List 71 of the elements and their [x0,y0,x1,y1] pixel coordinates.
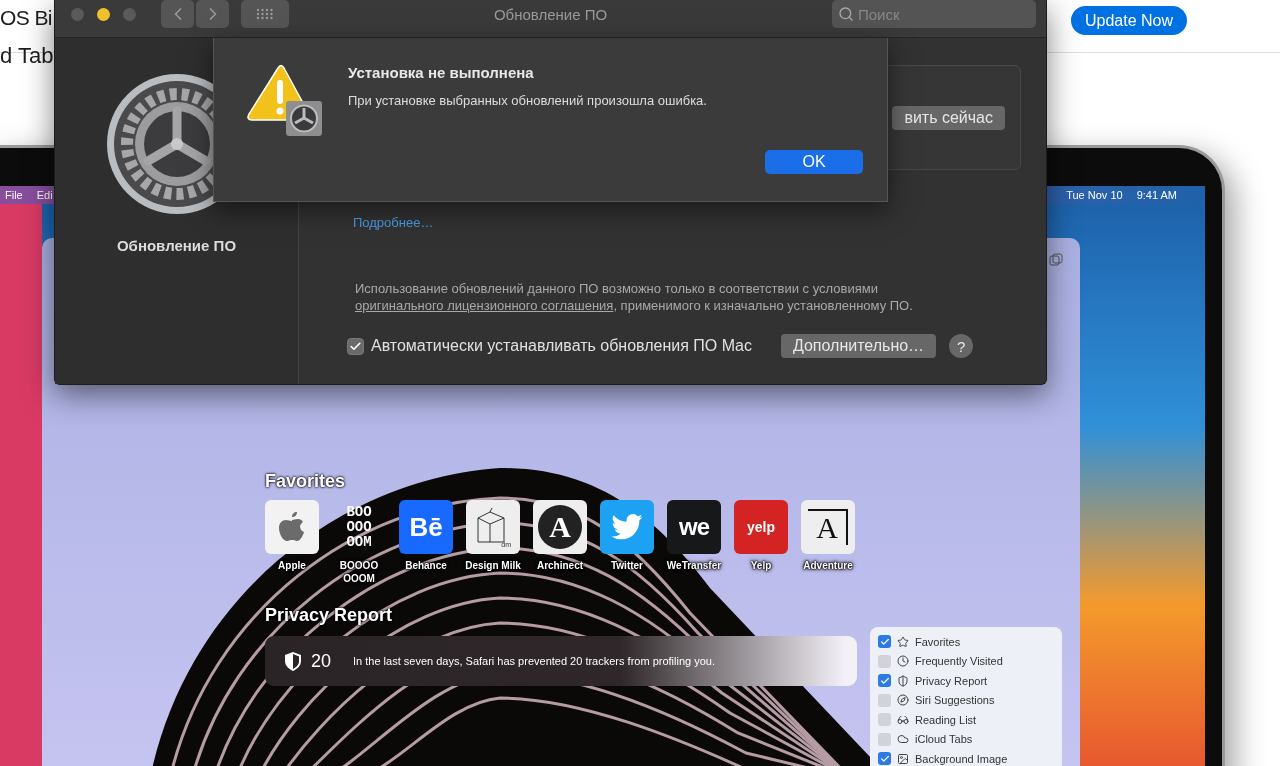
page-subtitle: d Tab [0,43,55,69]
checkbox[interactable] [878,693,891,707]
checkbox[interactable] [878,752,891,766]
more-info-link[interactable]: Подробнее… [353,215,1046,230]
option-label: Background Image [915,752,1008,765]
help-button[interactable]: ? [949,334,974,358]
close-button[interactable] [71,8,84,21]
favorite-link[interactable]: yelp Yelp [734,500,788,585]
checkbox[interactable] [878,635,891,649]
checkmark-icon [879,753,890,764]
zoom-button[interactable] [123,8,136,21]
menu-item[interactable]: Edi [36,189,53,201]
grid-icon [256,8,274,20]
license-text: Использование обновлений данного ПО возможно только в соответствии с условиями оригинального лицензионного соглашения, применимого к изначально установленному ПО. [355,280,914,314]
checkbox[interactable] [878,732,891,746]
shield-icon [897,674,909,687]
clock-icon [897,655,909,668]
checkmark-icon [879,636,890,647]
glasses-icon [897,713,909,726]
compass-icon [897,694,909,707]
alert-title: Установка не выполнена [348,64,535,81]
option-label: iCloud Tabs [915,733,973,746]
page-title: OS Bi [0,6,52,29]
search-icon [838,6,854,22]
minimize-button[interactable] [97,8,110,21]
option-label: Frequently Visited [915,655,1003,668]
image-icon [897,752,909,765]
checkbox[interactable] [878,713,891,727]
favorite-link[interactable]: A Archinect [533,500,587,585]
warning-icon [246,64,322,136]
menu-bar-time: 9:41 AM [1136,189,1177,201]
back-button[interactable] [161,0,194,28]
option-label: Reading List [915,713,977,726]
window-title: Обновление ПО [493,6,608,23]
site-logo: we [667,500,721,554]
site-logo: A [801,500,855,554]
site-logo [265,500,319,554]
tabs-icon[interactable] [1049,253,1063,267]
option-label: Privacy Report [915,674,988,687]
checkmark-icon [349,339,362,353]
update-now-button[interactable]: вить сейчас [892,106,1005,130]
checkbox[interactable] [878,654,891,668]
site-logo: Bē [399,500,453,554]
menu-bar-date: Tue Nov 10 [1066,189,1123,201]
sidebar-label: Обновление ПО [116,237,237,254]
show-all-button[interactable] [241,0,289,28]
site-logo [600,500,654,554]
section-title: Favorites [265,471,346,492]
checkbox[interactable] [878,674,891,688]
site-logo: yelp [734,500,788,554]
favorite-link[interactable]: Apple [265,500,319,585]
forward-button[interactable] [196,0,229,28]
favorite-link[interactable]: A Adventure [801,500,855,585]
update-now-button[interactable]: Update Now [1070,6,1187,35]
shield-icon [285,651,301,671]
option-label: Siri Suggestions [915,694,995,707]
star-icon [897,635,909,648]
ok-button[interactable]: OK [765,150,863,174]
alert-message: При установке выбранных обновлений произошла ошибка. [348,93,708,108]
site-logo: BOO OOO OOM [345,502,373,552]
option-label: Favorites [915,635,961,648]
checkbox-label: Автоматически устанавливать обновления ПО Mac [371,337,752,355]
privacy-card[interactable]: 20 In the last seven days, Safari has prevented 20 trackers from profiling you. [265,636,857,686]
menu-item[interactable]: File [5,189,23,201]
checkbox[interactable] [347,337,364,355]
tracker-count: 20 [311,650,332,672]
advanced-button[interactable]: Дополнительно… [780,334,937,358]
checkmark-icon [879,675,890,686]
privacy-text: In the last seven days, Safari has prevented 20 trackers from profiling you. [353,655,715,667]
site-logo: A [533,500,587,554]
cloud-icon [897,733,909,746]
